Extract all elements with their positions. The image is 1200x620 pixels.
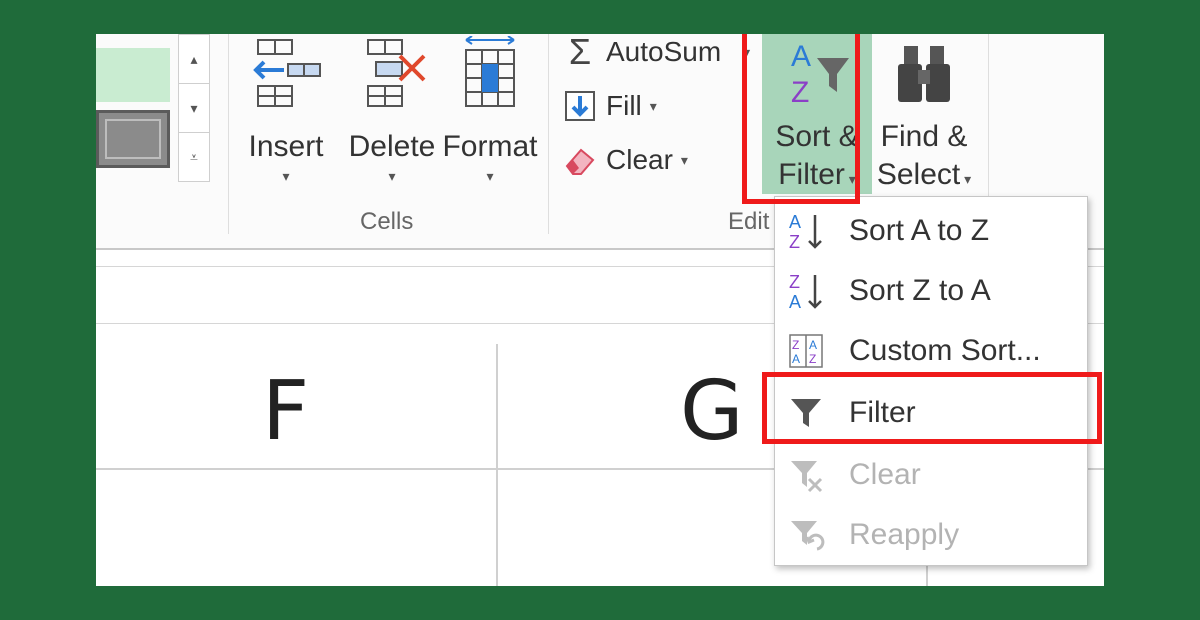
format-dropdown-icon[interactable]: ▾ bbox=[440, 166, 540, 186]
gallery-up-icon[interactable]: ▴ bbox=[179, 35, 209, 84]
svg-text:Z: Z bbox=[791, 76, 809, 108]
svg-text:A: A bbox=[789, 212, 801, 232]
cell-style-check-cell[interactable] bbox=[96, 110, 170, 168]
menu-item-sort-a-to-z[interactable]: AZ Sort A to Z bbox=[775, 201, 1087, 261]
cells-group-label: Cells bbox=[360, 208, 414, 235]
gallery-more-icon[interactable]: ⩡ bbox=[179, 133, 209, 181]
insert-dropdown-icon[interactable]: ▾ bbox=[244, 166, 328, 186]
svg-text:Z: Z bbox=[789, 272, 800, 292]
sort-filter-icon: A Z bbox=[791, 40, 849, 109]
svg-text:Z: Z bbox=[809, 352, 816, 366]
format-button[interactable]: Format ▾ bbox=[440, 35, 540, 186]
group-separator bbox=[228, 34, 229, 234]
clear-label: Clear bbox=[606, 144, 673, 175]
clear-filter-icon bbox=[787, 455, 825, 495]
menu-item-reapply: Reapply bbox=[775, 505, 1087, 565]
find-select-label-2: Select ▾ bbox=[876, 158, 972, 191]
reapply-icon bbox=[787, 515, 825, 555]
svg-text:A: A bbox=[791, 40, 811, 73]
fill-down-icon bbox=[562, 88, 598, 124]
sort-filter-label-2: Filter ▾ bbox=[778, 158, 856, 191]
gallery-down-icon[interactable]: ▾ bbox=[179, 84, 209, 133]
find-select-label-1: Find & bbox=[880, 120, 968, 153]
sort-a-to-z-icon: AZ bbox=[787, 211, 825, 251]
svg-text:A: A bbox=[792, 352, 800, 366]
svg-text:A: A bbox=[789, 292, 801, 311]
clear-button[interactable]: Clear ▾ bbox=[562, 142, 688, 178]
binoculars-icon bbox=[898, 46, 950, 102]
cell-style-good[interactable] bbox=[96, 48, 170, 102]
menu-item-label: Sort Z to A bbox=[849, 274, 991, 307]
filter-icon bbox=[787, 393, 825, 433]
menu-item-label: Clear bbox=[849, 458, 921, 491]
find-select-button[interactable]: Find & Select ▾ bbox=[874, 36, 974, 198]
menu-item-label: Filter bbox=[849, 396, 916, 429]
insert-cells-icon bbox=[253, 39, 321, 107]
insert-button[interactable]: Insert ▾ bbox=[244, 36, 328, 186]
format-cells-icon bbox=[465, 35, 515, 107]
format-label: Format bbox=[442, 130, 538, 163]
fill-button[interactable]: Fill ▾ bbox=[562, 88, 657, 124]
menu-item-label: Reapply bbox=[849, 518, 960, 551]
svg-text:Z: Z bbox=[792, 338, 799, 352]
fill-dropdown-icon[interactable]: ▾ bbox=[650, 98, 657, 115]
column-header-f[interactable]: F bbox=[262, 364, 309, 459]
autosum-dropdown-icon[interactable]: ▾ bbox=[743, 44, 750, 61]
fill-label: Fill bbox=[606, 90, 642, 121]
sort-filter-dropdown-icon[interactable]: ▾ bbox=[845, 171, 856, 187]
delete-label: Delete bbox=[348, 130, 436, 163]
clear-dropdown-icon[interactable]: ▾ bbox=[681, 152, 688, 169]
delete-button[interactable]: Delete ▾ bbox=[340, 36, 444, 186]
menu-item-label: Sort A to Z bbox=[849, 214, 990, 247]
styles-gallery-scroll[interactable]: ▴ ▾ ⩡ bbox=[178, 34, 210, 182]
menu-item-label: Custom Sort... bbox=[849, 334, 1041, 367]
menu-item-sort-z-to-a[interactable]: ZA Sort Z to A bbox=[775, 261, 1087, 321]
delete-cells-icon bbox=[367, 39, 426, 107]
sigma-icon: Σ bbox=[568, 34, 592, 72]
column-divider bbox=[496, 344, 498, 586]
delete-dropdown-icon[interactable]: ▾ bbox=[340, 166, 444, 186]
excel-window: ▴ ▾ ⩡ Insert ▾ Delete ▾ Format ▾ Cells Σ… bbox=[96, 34, 1104, 586]
autosum-button[interactable]: Σ AutoSum ▾ bbox=[562, 34, 750, 72]
editing-group-label: Edit bbox=[728, 208, 770, 235]
autosum-label: AutoSum bbox=[606, 36, 722, 67]
menu-item-custom-sort[interactable]: ZAAZ Custom Sort... bbox=[775, 321, 1087, 381]
svg-text:Z: Z bbox=[789, 232, 800, 251]
svg-text:A: A bbox=[809, 338, 817, 352]
menu-item-filter[interactable]: Filter bbox=[775, 383, 1087, 443]
sort-filter-button[interactable]: A Z Sort & Filter ▾ bbox=[762, 36, 872, 198]
group-separator bbox=[548, 34, 549, 234]
menu-item-clear: Clear bbox=[775, 445, 1087, 505]
sort-filter-label-1: Sort & bbox=[775, 120, 859, 153]
custom-sort-icon: ZAAZ bbox=[787, 331, 825, 371]
sort-z-to-a-icon: ZA bbox=[787, 271, 825, 311]
column-header-g[interactable]: G bbox=[680, 364, 744, 459]
sort-filter-menu: AZ Sort A to Z ZA Sort Z to A ZAAZ Custo… bbox=[774, 196, 1088, 566]
insert-label: Insert bbox=[248, 130, 324, 163]
find-select-dropdown-icon[interactable]: ▾ bbox=[960, 171, 971, 187]
eraser-icon bbox=[562, 142, 598, 178]
